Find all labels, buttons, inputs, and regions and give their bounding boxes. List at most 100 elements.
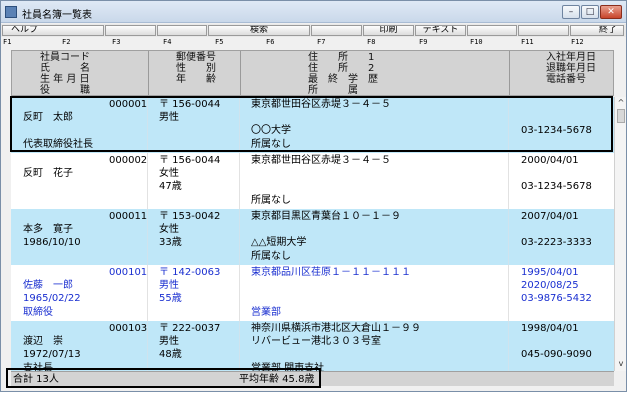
text-export-button[interactable]: テキスト <box>415 25 466 36</box>
cell-divider <box>239 321 240 371</box>
employee-birthdate: 1986/10/10 <box>23 237 81 248</box>
department: 営業部 <box>251 307 281 318</box>
table-row[interactable]: 000103 渡辺 崇 1972/07/13 支社長 〒 222-0037 男性… <box>11 321 614 371</box>
header-address1[interactable]: 住 所 1 <box>308 52 374 63</box>
scroll-thumb[interactable] <box>617 109 625 123</box>
app-icon <box>5 6 17 18</box>
cell-divider <box>508 265 509 321</box>
minimize-button[interactable]: – <box>562 5 580 19</box>
fkey-label: F10 <box>470 38 483 46</box>
employee-code: 000103 <box>109 323 148 334</box>
employee-birthdate: 1972/07/13 <box>23 349 81 360</box>
window-title: 社員名簿一覧表 <box>22 10 92 21</box>
employee-name: 反町 花子 <box>23 168 73 179</box>
employee-code: 000101 <box>109 267 148 278</box>
exit-button[interactable]: 終了 <box>570 25 624 36</box>
close-button[interactable]: ✕ <box>600 5 622 19</box>
postal-code: 〒 153-0042 <box>159 211 221 222</box>
phone-number: 03-2223-3333 <box>521 237 592 248</box>
header-position[interactable]: 役 職 <box>40 85 90 96</box>
fkey-label: F3 <box>112 38 121 46</box>
f10-button[interactable] <box>467 25 517 36</box>
scroll-up-icon[interactable]: ^ <box>616 98 626 108</box>
department: 所属なし <box>251 251 291 262</box>
age: 48歳 <box>159 349 182 360</box>
fkey-label: F12 <box>571 38 584 46</box>
f7-button[interactable] <box>311 25 362 36</box>
f4-button[interactable] <box>157 25 207 36</box>
header-separator <box>240 51 241 95</box>
header-address2[interactable]: 住 所 2 <box>308 63 374 74</box>
fkey-label: F4 <box>163 38 172 46</box>
header-separator <box>509 51 510 95</box>
gender: 女性 <box>159 168 179 179</box>
address1: 東京都世田谷区赤堤３－４－５ <box>251 155 391 166</box>
cell-divider <box>508 209 509 265</box>
employee-name: 本多 寛子 <box>23 224 73 235</box>
phone-number: 03-9876-5432 <box>521 293 592 304</box>
fkey-label: F7 <box>317 38 326 46</box>
address1: 東京都品川区荏原１－１１－１１１ <box>251 267 411 278</box>
title-bar[interactable]: 社員名簿一覧表 – □ ✕ <box>1 1 626 23</box>
postal-code: 〒 222-0037 <box>159 323 221 334</box>
header-separator <box>148 51 149 95</box>
fkey-label: F6 <box>266 38 275 46</box>
address1: 東京都目黒区青葉台１０－１－９ <box>251 211 401 222</box>
function-key-bar: ヘルプ 検索 印刷 テキスト 終了 <box>1 24 626 37</box>
fkey-label: F1 <box>3 38 12 46</box>
highlight-frame-footer <box>6 368 321 388</box>
fkey-label: F8 <box>367 38 376 46</box>
join-date: 2000/04/01 <box>521 155 579 166</box>
employee-birthdate: 1965/02/22 <box>23 293 81 304</box>
f3-button[interactable] <box>105 25 156 36</box>
f11-button[interactable] <box>518 25 569 36</box>
function-key-labels: F1 F2 F3 F4 F5 F6 F7 F8 F9 F10 F11 F12 <box>1 37 626 47</box>
cell-divider <box>239 153 240 209</box>
table-row[interactable]: 000011 本多 寛子 1986/10/10 〒 153-0042 女性 33… <box>11 209 614 265</box>
header-age[interactable]: 年 齢 <box>176 74 216 85</box>
header-employee-code[interactable]: 社員コード <box>40 52 90 63</box>
cell-divider <box>508 153 509 209</box>
header-education[interactable]: 最 終 学 歴 <box>308 74 378 85</box>
search-button[interactable]: 検索 <box>208 25 310 36</box>
age: 47歳 <box>159 181 182 192</box>
vertical-scrollbar[interactable]: ^ v <box>614 97 626 371</box>
table-row[interactable]: 000002 反町 花子 〒 156-0044 女性 47歳 東京都世田谷区赤堤… <box>11 153 614 209</box>
header-join-date[interactable]: 入社年月日 <box>546 52 596 63</box>
header-retire-date[interactable]: 退職年月日 <box>546 63 596 74</box>
fkey-label: F2 <box>62 38 71 46</box>
header-gender[interactable]: 性 別 <box>176 63 216 74</box>
education: △△短期大学 <box>251 237 307 248</box>
header-birthdate[interactable]: 生 年 月 日 <box>40 74 90 85</box>
join-date: 1995/04/01 <box>521 267 579 278</box>
phone-number: 03-1234-5678 <box>521 181 592 192</box>
employee-name: 佐藤 一郎 <box>23 280 73 291</box>
app-window: 社員名簿一覧表 – □ ✕ ヘルプ 検索 印刷 テキスト 終了 F1 F2 F3… <box>0 0 627 392</box>
header-phone[interactable]: 電話番号 <box>546 74 586 85</box>
gender: 女性 <box>159 224 179 235</box>
department: 所属なし <box>251 195 291 206</box>
join-date: 1998/04/01 <box>521 323 579 334</box>
print-button[interactable]: 印刷 <box>363 25 414 36</box>
address2: リバービュー港北３０３号室 <box>251 336 381 347</box>
header-department[interactable]: 所 属 <box>308 85 358 96</box>
gender: 男性 <box>159 336 179 347</box>
maximize-button[interactable]: □ <box>581 5 599 19</box>
postal-code: 〒 156-0044 <box>159 155 221 166</box>
fkey-label: F11 <box>521 38 534 46</box>
help-button[interactable]: ヘルプ <box>2 25 104 36</box>
table-row[interactable]: 000101 佐藤 一郎 1965/02/22 取締役 〒 142-0063 男… <box>11 265 614 321</box>
cell-divider <box>508 321 509 371</box>
header-name[interactable]: 氏 名 <box>40 63 90 74</box>
highlight-frame-row <box>10 96 613 152</box>
employee-code: 000002 <box>109 155 148 166</box>
employee-name: 渡辺 崇 <box>23 336 63 347</box>
header-postal-code[interactable]: 郵便番号 <box>176 52 216 63</box>
age: 33歳 <box>159 237 182 248</box>
age: 55歳 <box>159 293 182 304</box>
gender: 男性 <box>159 280 179 291</box>
phone-number: 045-090-9090 <box>521 349 592 360</box>
fkey-label: F9 <box>419 38 428 46</box>
fkey-label: F5 <box>215 38 224 46</box>
scroll-down-icon[interactable]: v <box>616 359 626 369</box>
